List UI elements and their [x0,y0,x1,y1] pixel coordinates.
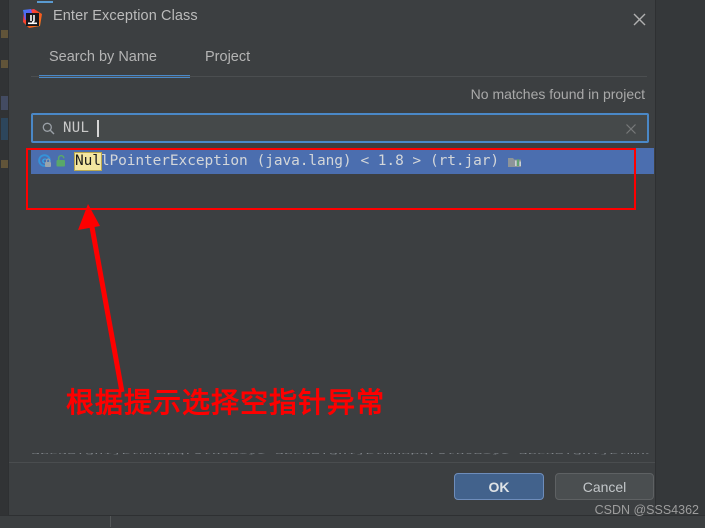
result-source-jar: (rt.jar) [430,153,499,169]
ide-bottom-divider [110,515,111,527]
close-icon[interactable] [621,4,657,34]
bg-glyph [1,118,8,140]
result-version: < 1.8 > [361,153,421,169]
no-matches-hint: No matches found in project [471,86,645,102]
match-highlight: Nul [75,153,101,170]
tab-search-by-name[interactable]: Search by Name [39,45,167,75]
class-icon: C [37,153,53,169]
tab-label: Search by Name [49,49,157,65]
cancel-button-label: Cancel [583,479,627,495]
ok-button[interactable]: OK [454,473,544,500]
dialog-titlebar: IJ Enter Exception Class [9,0,655,38]
bg-glyph [1,160,8,168]
ide-right-shade [655,0,705,515]
cancel-button[interactable]: Cancel [555,473,654,500]
annotation-caption: 根据提示选择空指针异常 [66,381,385,421]
dialog-tabs: Search by Name Project [9,45,655,77]
list-item[interactable]: C NullPointerException (java.lang) < 1.8… [31,148,654,174]
text-caret [97,120,99,137]
bg-glyph [1,60,8,68]
result-class-name: NullPointerException [75,153,248,169]
tab-project[interactable]: Project [195,45,260,75]
ok-button-label: OK [489,479,510,495]
search-icon [42,122,55,135]
watermark: CSDN @SSS4362 [595,503,699,517]
search-results-list: C NullPointerException (java.lang) < 1.8… [31,148,654,174]
svg-text:IJ: IJ [30,14,36,23]
result-package: (java.lang) [257,153,352,169]
collapsed-list-item[interactable]: abcdefghijklmnopqrstuvwxyz abcdefghijklm… [31,453,649,456]
tab-label: Project [205,49,250,65]
intellij-idea-icon: IJ [22,8,43,29]
search-input[interactable]: NUL [31,113,649,143]
search-input-value: NUL [63,120,89,136]
bg-glyph [1,30,8,38]
jar-library-icon [507,154,522,169]
unlock-icon [54,154,68,168]
footer-separator [9,462,655,463]
tabs-separator [31,76,647,77]
enter-exception-class-dialog: IJ Enter Exception Class Search by Name … [9,0,655,515]
collapsed-list-item-accent [37,1,53,3]
dialog-title: Enter Exception Class [53,8,198,24]
screen: IJ Enter Exception Class Search by Name … [0,0,705,527]
bg-glyph [1,96,8,110]
clear-icon[interactable] [625,122,637,134]
name-rest: lPointerException [101,153,248,169]
